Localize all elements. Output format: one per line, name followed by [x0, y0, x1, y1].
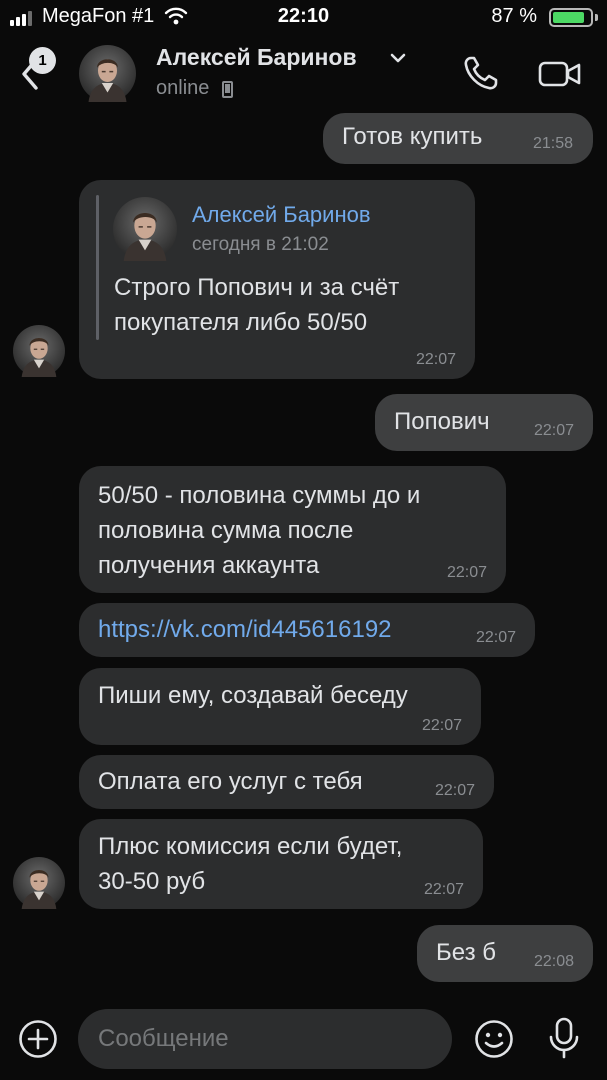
status-bar: MegaFon #1 22:10 87 %	[0, 0, 607, 34]
contact-status: online	[156, 77, 210, 99]
reply-quote-bar	[96, 195, 99, 340]
incoming-message[interactable]: Оплата его услуг с тебя 22:07	[79, 755, 494, 809]
message-time: 22:07	[421, 717, 462, 734]
reply-author-avatar	[113, 197, 177, 261]
phone-icon[interactable]	[462, 54, 500, 92]
plus-circle-icon[interactable]	[18, 1019, 58, 1059]
battery-tip	[595, 14, 598, 21]
profile-link[interactable]: https://vk.com/id445616192	[98, 612, 392, 647]
outgoing-message[interactable]: Готов купить 21:58	[323, 113, 593, 164]
message-time: 22:07	[446, 564, 487, 581]
sender-avatar[interactable]	[13, 857, 65, 909]
smiley-icon[interactable]	[474, 1019, 514, 1059]
message-time: 22:07	[475, 629, 516, 646]
message-time: 22:07	[533, 422, 574, 439]
message-time: 22:07	[434, 782, 475, 799]
message-text: Оплата его услуг с тебя	[98, 768, 363, 795]
message-time: 22:07	[415, 351, 456, 368]
unread-badge[interactable]: 1	[29, 47, 56, 74]
mobile-device-icon	[222, 81, 233, 98]
contact-name[interactable]: Алексей Баринов	[156, 44, 357, 71]
message-time: 22:07	[423, 881, 464, 898]
microphone-icon[interactable]	[548, 1017, 580, 1059]
incoming-message[interactable]: Пиши ему, создавай беседу 22:07	[79, 668, 481, 745]
message-text: 50/50 - половина суммы до и половина сум…	[98, 482, 421, 579]
contact-avatar[interactable]	[79, 45, 136, 102]
reply-date: сегодня в 21:02	[192, 234, 329, 255]
message-input[interactable]	[78, 1009, 452, 1069]
message-text: Пиши ему, создавай беседу	[98, 682, 408, 709]
battery-icon	[549, 8, 593, 27]
chevron-down-icon[interactable]	[389, 52, 407, 64]
message-text: Попович	[394, 408, 490, 435]
message-time: 22:08	[533, 953, 574, 970]
outgoing-message[interactable]: Попович 22:07	[375, 394, 593, 451]
sender-avatar[interactable]	[13, 325, 65, 377]
outgoing-message[interactable]: Без б 22:08	[417, 925, 593, 982]
battery-level	[553, 12, 585, 23]
chat-header: 1 Алексей Баринов online	[0, 34, 607, 114]
message-text: Плюс комиссия если будет, 30-50 руб	[98, 833, 403, 895]
message-text: Готов купить	[342, 123, 483, 150]
video-camera-icon[interactable]	[538, 58, 582, 90]
message-time: 21:58	[532, 135, 573, 152]
incoming-message-link[interactable]: https://vk.com/id445616192 22:07	[79, 603, 535, 657]
message-composer	[0, 1000, 607, 1080]
battery-percentage: 87 %	[491, 5, 537, 27]
incoming-message[interactable]: Плюс комиссия если будет, 30-50 руб 22:0…	[79, 819, 483, 909]
incoming-message[interactable]: 50/50 - половина суммы до и половина сум…	[79, 466, 506, 593]
message-text: Без б	[436, 939, 496, 966]
incoming-message-with-reply[interactable]: Алексей Баринов сегодня в 21:02 Строго П…	[79, 180, 475, 379]
reply-author-name[interactable]: Алексей Баринов	[192, 201, 371, 229]
message-text: Строго Попович и за счёт покупателя либо…	[114, 274, 400, 336]
